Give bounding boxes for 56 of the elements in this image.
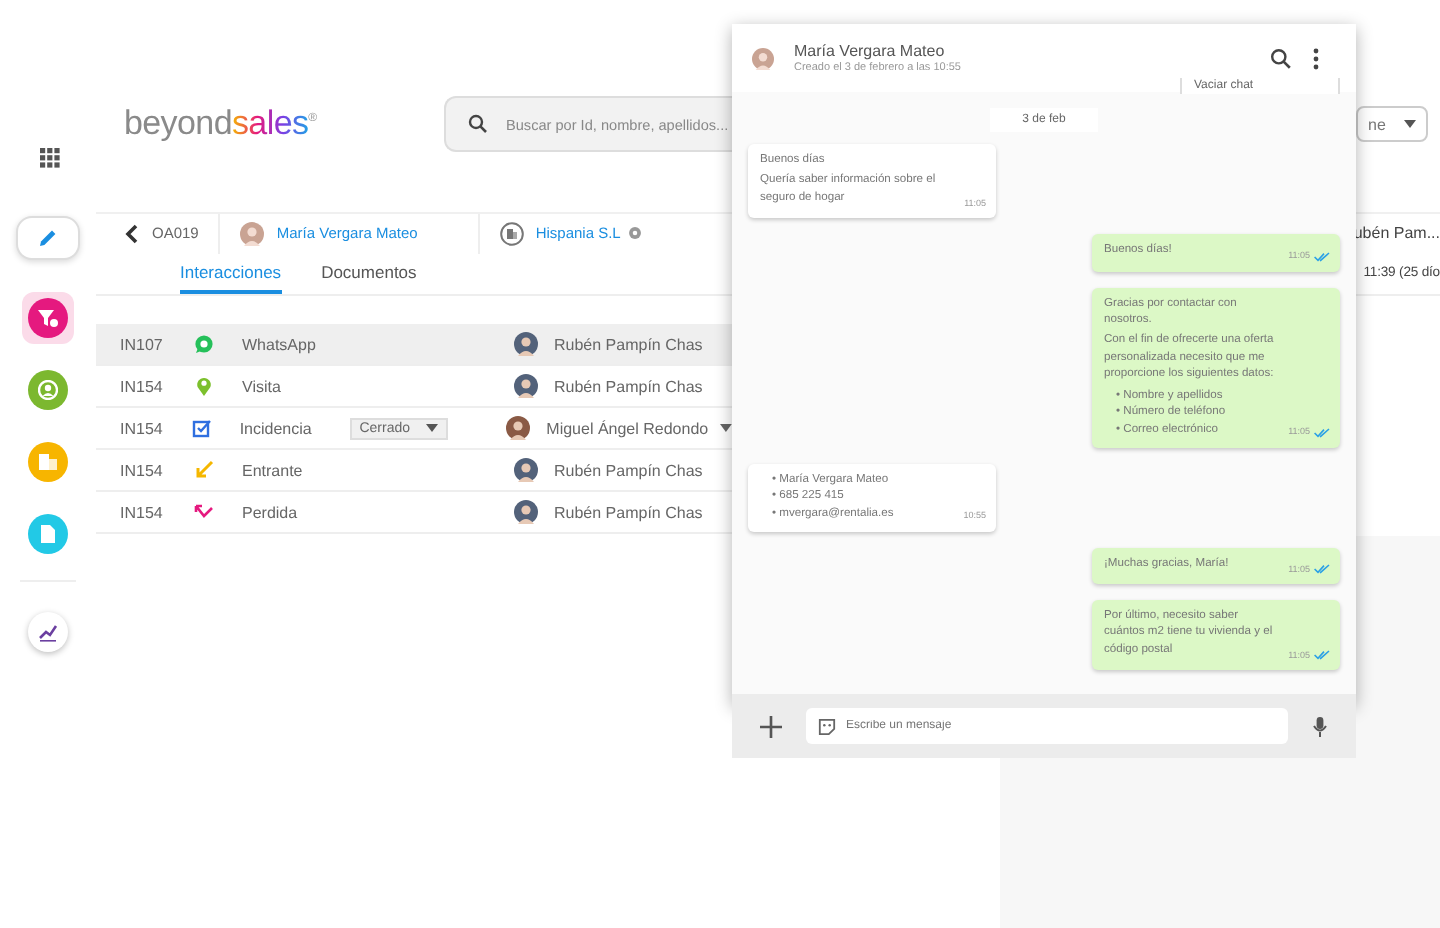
avatar xyxy=(240,221,265,245)
caret-icon[interactable] xyxy=(720,424,732,432)
table-row[interactable]: IN154 Perdida Rubén Pampín Chas xyxy=(96,492,732,534)
table-cell: Rubén Pampín Chas xyxy=(554,335,703,353)
table-row[interactable]: IN107 WhatsApp Rubén Pampín Chas xyxy=(96,324,732,366)
avatar xyxy=(752,47,774,69)
table-cell-text: Perdida xyxy=(242,503,300,521)
building-icon xyxy=(499,221,524,245)
pencil-icon xyxy=(38,228,58,248)
table-cell-text: Visita xyxy=(242,377,283,395)
avatar xyxy=(514,332,538,356)
table-cell: Rubén Pampín Chas xyxy=(554,377,703,395)
table-cell-text: IN154 xyxy=(118,503,165,521)
more-icon[interactable] xyxy=(1312,47,1320,69)
checkbox-icon xyxy=(192,418,213,438)
tab[interactable]: Interacciones xyxy=(180,253,282,293)
gear-icon[interactable] xyxy=(628,226,643,240)
person-icon xyxy=(38,380,58,400)
search-icon xyxy=(468,114,488,134)
caret-icon xyxy=(426,424,439,432)
missed-call-icon xyxy=(194,502,214,522)
apps-grid-icon[interactable] xyxy=(40,148,60,168)
arrow-icon xyxy=(194,460,214,480)
chart-icon xyxy=(38,622,58,642)
microphone-icon[interactable] xyxy=(1312,715,1328,738)
sticker-icon[interactable] xyxy=(818,717,836,736)
caret-icon xyxy=(1404,120,1416,128)
avatar xyxy=(514,500,538,524)
edit-button[interactable] xyxy=(16,216,80,260)
table-cell-text: IN154 xyxy=(118,377,165,395)
table-cell-text: IN154 xyxy=(118,461,165,479)
table-cell-text: IN154 xyxy=(118,419,165,437)
table-cell-text: Entrante xyxy=(242,461,305,479)
table-cell: Miguel Ángel Redondo xyxy=(546,419,709,437)
table-row[interactable]: IN154 Entrante Rubén Pampín Chas xyxy=(96,450,732,492)
document-icon xyxy=(38,524,58,544)
table-cell: Rubén Pampín Chas xyxy=(554,503,703,521)
tab[interactable]: Documentos xyxy=(321,253,417,293)
sidebar-item[interactable] xyxy=(22,292,74,344)
filter-icon xyxy=(38,308,58,328)
back-icon[interactable] xyxy=(124,223,140,243)
location-pin-icon xyxy=(194,376,214,396)
table-cell-text: WhatsApp xyxy=(242,335,318,353)
table-cell-text: IN107 xyxy=(118,335,165,353)
logo: beyondsales$^{®}$ xyxy=(124,104,319,144)
table-row[interactable]: IN154 Visita Rubén Pampín Chas xyxy=(96,366,732,408)
search-icon[interactable] xyxy=(1270,47,1292,69)
table-cell-text: Incidencia xyxy=(239,419,314,437)
avatar xyxy=(514,374,538,398)
contact-name: María Vergara Mateo xyxy=(794,42,947,60)
building-icon xyxy=(38,452,58,472)
avatar xyxy=(514,458,538,482)
avatar xyxy=(506,416,531,440)
table-cell: Rubén Pampín Chas xyxy=(554,461,703,479)
chat-bubble-icon xyxy=(194,334,214,354)
plus-icon[interactable] xyxy=(760,715,782,738)
